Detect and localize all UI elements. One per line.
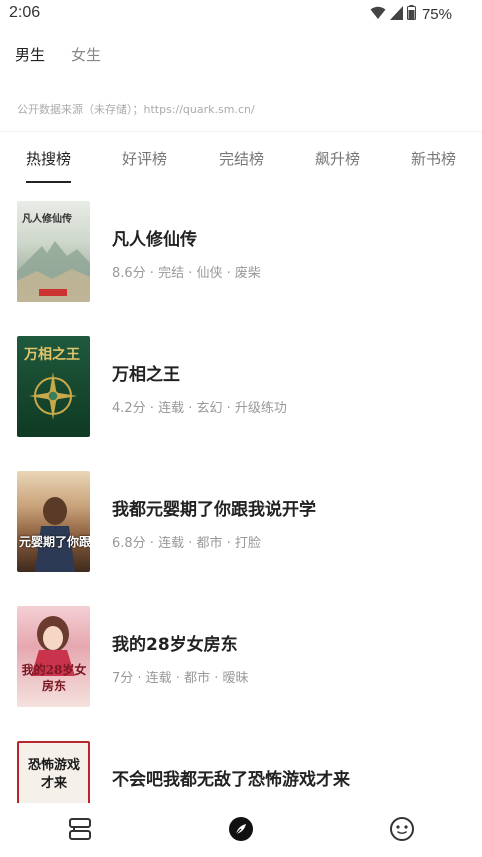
- book-item[interactable]: 恐怖游戏才来 不会吧我都无敌了恐怖游戏才来: [0, 741, 482, 803]
- app-screen: 2:06 75% 男生 女生 公开数据来源（未存储）；https://quark…: [0, 0, 482, 857]
- tab-top-rated[interactable]: 好评榜: [122, 148, 167, 169]
- gender-tabs: 男生 女生: [15, 44, 101, 65]
- bookshelf-icon: [67, 817, 93, 845]
- nav-bookshelf[interactable]: [66, 817, 94, 845]
- book-cover: 凡人修仙传: [17, 201, 90, 302]
- book-cover: 恐怖游戏才来: [17, 741, 90, 803]
- cover-title: 恐怖游戏才来: [27, 758, 80, 791]
- status-bar: 2:06 75%: [0, 0, 482, 28]
- tab-rising[interactable]: 飙升榜: [315, 148, 360, 169]
- book-meta: 6.8分 · 连载 · 都市 · 打脸: [112, 536, 261, 551]
- tab-completed[interactable]: 完结榜: [219, 148, 264, 169]
- book-title: 凡人修仙传: [112, 230, 197, 250]
- tab-male[interactable]: 男生: [15, 44, 45, 65]
- cover-title: 元婴期了你跟我说: [19, 535, 90, 549]
- status-time: 2:06: [9, 4, 41, 21]
- bottom-navigation: [0, 803, 482, 857]
- book-title: 我的28岁女房东: [112, 635, 238, 655]
- data-source-note: 公开数据来源（未存储）；https://quark.sm.cn/: [17, 103, 255, 116]
- book-cover: 我的28岁女房东: [17, 606, 90, 707]
- book-item[interactable]: 元婴期了你跟我说 我都元婴期了你跟我说开学 6.8分 · 连载 · 都市 · 打…: [0, 471, 482, 606]
- wifi-icon: [370, 5, 386, 24]
- active-tab-indicator: [26, 181, 71, 183]
- cover-art: [35, 497, 75, 572]
- tab-female[interactable]: 女生: [71, 44, 101, 65]
- battery-percent: 75%: [421, 5, 452, 23]
- book-list: 凡人修仙传 凡人修仙传 8.6分 · 完结 · 仙侠 · 废柴 万相之王 万相之…: [0, 201, 482, 803]
- tab-hot-search[interactable]: 热搜榜: [26, 148, 71, 169]
- tab-new-books[interactable]: 新书榜: [411, 148, 456, 169]
- cover-title: 万相之王: [24, 347, 80, 363]
- book-cover: 万相之王: [17, 336, 90, 437]
- book-item[interactable]: 万相之王 万相之王 4.2分 · 连载 · 玄幻 · 升级练功: [0, 336, 482, 471]
- book-title: 我都元婴期了你跟我说开学: [112, 500, 316, 520]
- rank-tabs: 热搜榜 好评榜 完结榜 飙升榜 新书榜: [0, 148, 482, 188]
- book-item[interactable]: 凡人修仙传 凡人修仙传 8.6分 · 完结 · 仙侠 · 废柴: [0, 201, 482, 336]
- status-icons: 75%: [370, 4, 452, 24]
- book-item[interactable]: 我的28岁女房东 我的28岁女房东 7分 · 连载 · 都市 · 暧昧: [0, 606, 482, 741]
- book-title: 不会吧我都无敌了恐怖游戏才来: [112, 770, 350, 790]
- nav-profile[interactable]: [388, 817, 416, 845]
- cover-title: 我的28岁女房东: [21, 663, 87, 693]
- battery-icon: [406, 4, 416, 24]
- discover-icon: [228, 816, 254, 846]
- book-title: 万相之王: [112, 365, 180, 385]
- divider: [0, 131, 482, 132]
- book-meta: 4.2分 · 连载 · 玄幻 · 升级练功: [112, 401, 287, 416]
- nav-discover[interactable]: [227, 817, 255, 845]
- book-meta: 8.6分 · 完结 · 仙侠 · 废柴: [112, 266, 261, 281]
- signal-icon: [389, 5, 403, 24]
- cover-title: 凡人修仙传: [22, 214, 72, 225]
- profile-face-icon: [389, 816, 415, 846]
- book-meta: 7分 · 连载 · 都市 · 暧昧: [112, 671, 249, 686]
- book-cover: 元婴期了你跟我说: [17, 471, 90, 572]
